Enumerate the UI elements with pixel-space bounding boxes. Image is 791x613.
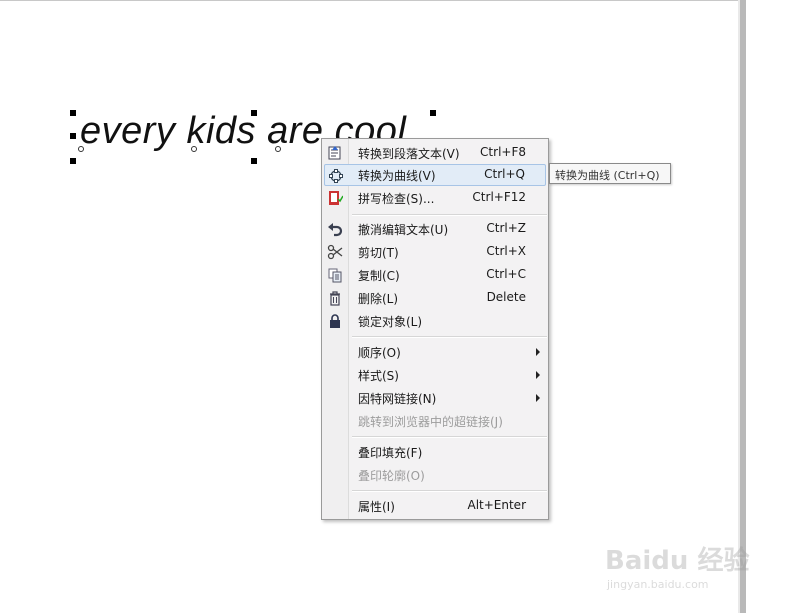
selection-handle-top-right[interactable]: [430, 110, 436, 116]
menu-item-shortcut: Alt+Enter: [467, 498, 526, 512]
menu-separator: [352, 214, 547, 216]
menu-item-spell-check[interactable]: 拼写检查(S)... Ctrl+F12: [324, 187, 546, 209]
menu-item-shortcut: Ctrl+X: [486, 244, 526, 258]
menu-item-shortcut: Ctrl+C: [486, 267, 526, 281]
selection-handle-top-middle[interactable]: [251, 110, 257, 116]
menu-item-label: 叠印填充(F): [358, 446, 423, 460]
menu-item-jump-to-hyperlink: 跳转到浏览器中的超链接(J): [324, 410, 546, 432]
menu-item-internet-link[interactable]: 因特网链接(N): [324, 387, 546, 409]
undo-icon: [327, 221, 343, 237]
curve-icon: [328, 168, 344, 184]
menu-item-overprint-outline: 叠印轮廓(O): [324, 464, 546, 486]
selection-handle-middle-left[interactable]: [70, 133, 76, 139]
menu-item-delete[interactable]: 删除(L) Delete: [324, 287, 546, 309]
character-node[interactable]: [275, 146, 281, 152]
menu-item-label: 顺序(O): [358, 346, 401, 360]
menu-item-styles[interactable]: 样式(S): [324, 364, 546, 386]
menu-item-order[interactable]: 顺序(O): [324, 341, 546, 363]
submenu-arrow-icon: [536, 394, 540, 402]
menu-item-shortcut: Delete: [486, 290, 526, 304]
menu-item-convert-to-paragraph-text[interactable]: 转换到段落文本(V) Ctrl+F8: [324, 142, 546, 164]
selection-handle-bottom-middle[interactable]: [251, 158, 257, 164]
copy-icon: [327, 267, 343, 283]
spell-check-icon: [327, 190, 344, 206]
menu-item-copy[interactable]: 复制(C) Ctrl+C: [324, 264, 546, 286]
menu-item-label: 样式(S): [358, 369, 399, 383]
watermark-brand: Baidu 经验: [605, 546, 750, 576]
menu-item-label: 撤消编辑文本(U): [358, 223, 449, 237]
menu-item-properties[interactable]: 属性(I) Alt+Enter: [324, 495, 546, 517]
menu-item-overprint-fill[interactable]: 叠印填充(F): [324, 441, 546, 463]
submenu-arrow-icon: [536, 348, 540, 356]
page-top-border: [0, 0, 740, 1]
watermark-logo: Baidu 经验 jingyan.baidu.com: [605, 540, 755, 600]
menu-item-shortcut: Ctrl+Q: [484, 167, 525, 181]
selection-handle-bottom-left[interactable]: [70, 158, 76, 164]
menu-item-label: 锁定对象(L): [358, 315, 423, 329]
menu-item-label: 属性(I): [358, 500, 395, 514]
menu-item-label: 剪切(T): [358, 246, 399, 260]
paragraph-text-icon: [327, 145, 343, 161]
watermark-url: jingyan.baidu.com: [607, 578, 709, 591]
context-menu: 转换到段落文本(V) Ctrl+F8 转换为曲线(V) Ctrl+Q 拼写检查(…: [321, 138, 549, 520]
menu-item-convert-to-curves[interactable]: 转换为曲线(V) Ctrl+Q: [324, 164, 546, 186]
menu-item-label: 因特网链接(N): [358, 392, 437, 406]
menu-item-label: 复制(C): [358, 269, 400, 283]
menu-item-cut[interactable]: 剪切(T) Ctrl+X: [324, 241, 546, 263]
menu-separator: [352, 490, 547, 492]
character-node[interactable]: [78, 146, 84, 152]
menu-item-undo-edit-text[interactable]: 撤消编辑文本(U) Ctrl+Z: [324, 218, 546, 240]
menu-item-shortcut: Ctrl+F8: [480, 145, 526, 159]
trash-icon: [327, 290, 343, 306]
menu-separator: [352, 436, 547, 438]
page-edge-shadow: [740, 0, 746, 613]
selection-handle-top-left[interactable]: [70, 110, 76, 116]
tooltip: 转换为曲线 (Ctrl+Q): [549, 163, 671, 184]
menu-item-label: 跳转到浏览器中的超链接(J): [358, 415, 503, 429]
menu-item-shortcut: Ctrl+F12: [472, 190, 526, 204]
menu-item-label: 删除(L): [358, 292, 399, 306]
submenu-arrow-icon: [536, 371, 540, 379]
menu-item-label: 转换到段落文本(V): [358, 147, 460, 161]
menu-item-label: 叠印轮廓(O): [358, 469, 425, 483]
menu-item-shortcut: Ctrl+Z: [486, 221, 526, 235]
menu-item-label: 转换为曲线(V): [358, 169, 436, 183]
character-node[interactable]: [191, 146, 197, 152]
menu-item-lock-object[interactable]: 锁定对象(L): [324, 310, 546, 332]
lock-icon: [327, 313, 343, 329]
menu-item-label: 拼写检查(S)...: [358, 192, 435, 206]
menu-separator: [352, 336, 547, 338]
scissors-icon: [327, 244, 343, 260]
